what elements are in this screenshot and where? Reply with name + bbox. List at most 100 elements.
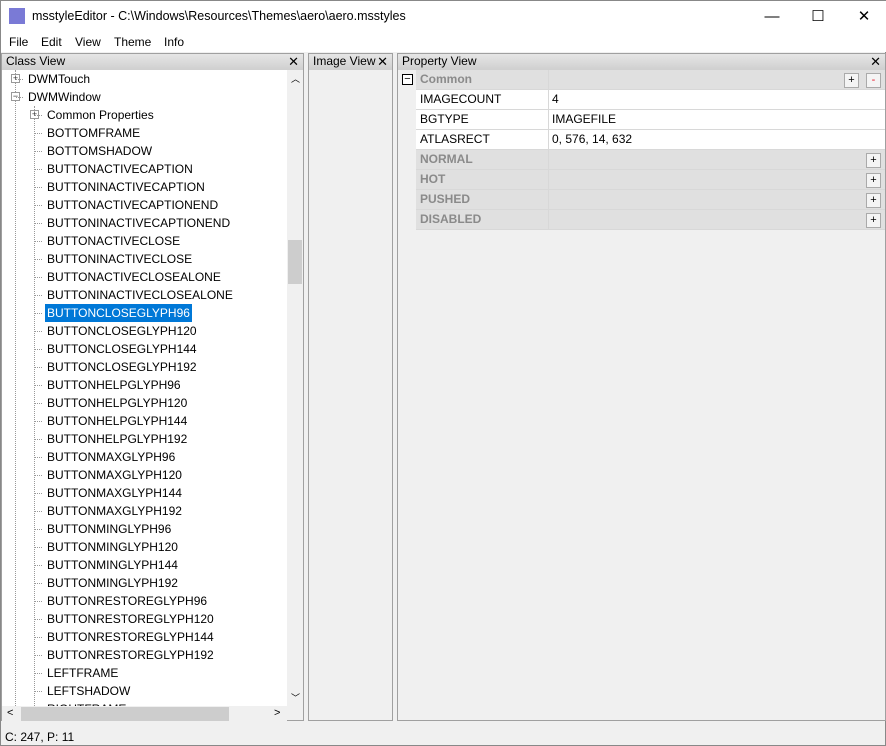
tree-node[interactable]: BUTTONACTIVECLOSEALONE bbox=[45, 268, 223, 286]
add-property-button[interactable]: + bbox=[866, 153, 881, 168]
scroll-thumb[interactable] bbox=[288, 240, 302, 284]
tree-node[interactable]: BUTTONMAXGLYPH192 bbox=[45, 502, 184, 520]
scroll-right-icon[interactable]: > bbox=[274, 707, 280, 719]
collapse-icon[interactable]: − bbox=[402, 74, 413, 85]
tree-node[interactable]: LEFTSHADOW bbox=[45, 682, 132, 700]
scroll-left-icon[interactable]: < bbox=[7, 707, 13, 719]
category-disabled[interactable]: DISABLED + bbox=[416, 210, 885, 230]
scroll-down-icon[interactable]: ﹀ bbox=[291, 691, 300, 704]
menu-theme[interactable]: Theme bbox=[114, 35, 151, 49]
property-name: ATLASRECT bbox=[416, 130, 549, 150]
tree-line bbox=[35, 277, 42, 278]
tree-node[interactable]: BUTTONINACTIVECAPTION bbox=[45, 178, 207, 196]
tree-node[interactable]: BUTTONCLOSEGLYPH192 bbox=[45, 358, 199, 376]
tree-line bbox=[35, 475, 42, 476]
remove-property-button[interactable]: - bbox=[866, 73, 881, 88]
tree-line bbox=[35, 151, 42, 152]
tree-node[interactable]: BUTTONACTIVECAPTIONEND bbox=[45, 196, 220, 214]
tree-line bbox=[35, 583, 42, 584]
category-normal[interactable]: NORMAL + bbox=[416, 150, 885, 170]
close-button[interactable]: ✕ bbox=[841, 1, 886, 32]
scroll-thumb-horizontal[interactable] bbox=[21, 707, 229, 721]
add-property-button[interactable]: + bbox=[866, 193, 881, 208]
window-title: msstyleEditor - C:\Windows\Resources\The… bbox=[32, 9, 406, 23]
tree-line bbox=[35, 601, 42, 602]
close-icon[interactable]: ✕ bbox=[870, 54, 881, 69]
tree-line bbox=[35, 439, 42, 440]
scroll-up-icon[interactable]: ︿ bbox=[291, 72, 300, 85]
property-value[interactable]: 0, 576, 14, 632 bbox=[549, 130, 885, 149]
tree-node[interactable]: BUTTONHELPGLYPH192 bbox=[45, 430, 189, 448]
tree-node[interactable]: BUTTONMINGLYPH144 bbox=[45, 556, 180, 574]
vertical-scrollbar[interactable]: ︿ ﹀ bbox=[287, 70, 303, 706]
tree-line bbox=[35, 493, 42, 494]
tree-node[interactable]: BOTTOMSHADOW bbox=[45, 142, 154, 160]
tree-line bbox=[35, 511, 42, 512]
property-row[interactable]: BGTYPE IMAGEFILE bbox=[416, 110, 885, 130]
close-icon[interactable]: ✕ bbox=[377, 54, 388, 69]
minimize-button[interactable]: — bbox=[749, 1, 795, 32]
close-icon[interactable]: ✕ bbox=[288, 54, 299, 69]
property-value[interactable]: IMAGEFILE bbox=[549, 110, 885, 129]
menu-view[interactable]: View bbox=[75, 35, 101, 49]
tree-node[interactable]: BUTTONACTIVECLOSE bbox=[45, 232, 182, 250]
property-value[interactable]: 4 bbox=[549, 90, 885, 109]
tree-node[interactable]: BUTTONRESTOREGLYPH120 bbox=[45, 610, 216, 628]
tree-node[interactable]: BUTTONRESTOREGLYPH96 bbox=[45, 592, 209, 610]
tree-node[interactable]: BUTTONMINGLYPH192 bbox=[45, 574, 180, 592]
tree-node[interactable]: LEFTFRAME bbox=[45, 664, 120, 682]
tree-line bbox=[35, 133, 42, 134]
menu-info[interactable]: Info bbox=[164, 35, 184, 49]
add-property-button[interactable]: + bbox=[866, 213, 881, 228]
add-property-button[interactable]: + bbox=[866, 173, 881, 188]
property-row[interactable]: IMAGECOUNT 4 bbox=[416, 90, 885, 110]
horizontal-scrollbar[interactable]: < > bbox=[2, 706, 287, 722]
tree-node[interactable]: DWMWindow bbox=[26, 88, 103, 106]
tree-node[interactable]: Common Properties bbox=[45, 106, 156, 124]
menu-file[interactable]: File bbox=[9, 35, 28, 49]
tree-node[interactable]: BUTTONINACTIVECLOSEALONE bbox=[45, 286, 235, 304]
tree-line bbox=[35, 547, 42, 548]
tree-node[interactable]: BUTTONINACTIVECAPTIONEND bbox=[45, 214, 232, 232]
tree-line bbox=[35, 691, 42, 692]
tree-line bbox=[35, 313, 42, 314]
tree-node[interactable]: BUTTONRESTOREGLYPH192 bbox=[45, 646, 216, 664]
tree-node[interactable]: BOTTOMFRAME bbox=[45, 124, 142, 142]
category-pushed[interactable]: PUSHED + bbox=[416, 190, 885, 210]
tree-node[interactable]: DWMTouch bbox=[26, 70, 92, 88]
property-row[interactable]: ATLASRECT 0, 576, 14, 632 bbox=[416, 130, 885, 150]
title-bar: msstyleEditor - C:\Windows\Resources\The… bbox=[1, 1, 886, 32]
category-label: Common bbox=[416, 70, 549, 90]
add-property-button[interactable]: + bbox=[844, 73, 859, 88]
tree-node[interactable]: BUTTONMINGLYPH96 bbox=[45, 520, 173, 538]
status-bar: C: 247, P: 11 bbox=[5, 730, 75, 744]
tree-node[interactable]: BUTTONHELPGLYPH96 bbox=[45, 376, 183, 394]
maximize-button[interactable]: ☐ bbox=[795, 1, 841, 32]
tree-line bbox=[35, 421, 42, 422]
tree-node[interactable]: BUTTONMAXGLYPH144 bbox=[45, 484, 184, 502]
tree-line bbox=[35, 655, 42, 656]
tree-line bbox=[35, 331, 42, 332]
tree-node[interactable]: BUTTONMAXGLYPH96 bbox=[45, 448, 177, 466]
category-hot[interactable]: HOT + bbox=[416, 170, 885, 190]
tree-node[interactable]: BUTTONCLOSEGLYPH144 bbox=[45, 340, 199, 358]
category-label: HOT bbox=[416, 170, 549, 190]
image-view-header: Image View ✕ bbox=[309, 54, 392, 70]
tree-node[interactable]: BUTTONINACTIVECLOSE bbox=[45, 250, 194, 268]
tree-node[interactable]: BUTTONCLOSEGLYPH120 bbox=[45, 322, 199, 340]
tree-line bbox=[35, 295, 42, 296]
tree-node[interactable]: BUTTONHELPGLYPH120 bbox=[45, 394, 189, 412]
class-tree[interactable]: + DWMTouch − DWMWindow + Common Properties BOT… bbox=[2, 70, 287, 706]
tree-node[interactable]: BUTTONCLOSEGLYPH96 bbox=[44, 303, 193, 323]
tree-node[interactable]: BUTTONACTIVECAPTION bbox=[45, 160, 195, 178]
tree-node[interactable]: BUTTONMAXGLYPH120 bbox=[45, 466, 184, 484]
category-common[interactable]: Common + - bbox=[416, 70, 885, 90]
tree-node[interactable]: BUTTONRESTOREGLYPH144 bbox=[45, 628, 216, 646]
app-icon bbox=[9, 8, 25, 24]
property-view-header: Property View ✕ bbox=[398, 54, 885, 70]
tree-line bbox=[35, 205, 42, 206]
tree-node[interactable]: BUTTONHELPGLYPH144 bbox=[45, 412, 189, 430]
tree-node[interactable]: BUTTONMINGLYPH120 bbox=[45, 538, 180, 556]
tree-line bbox=[35, 367, 42, 368]
menu-edit[interactable]: Edit bbox=[41, 35, 62, 49]
